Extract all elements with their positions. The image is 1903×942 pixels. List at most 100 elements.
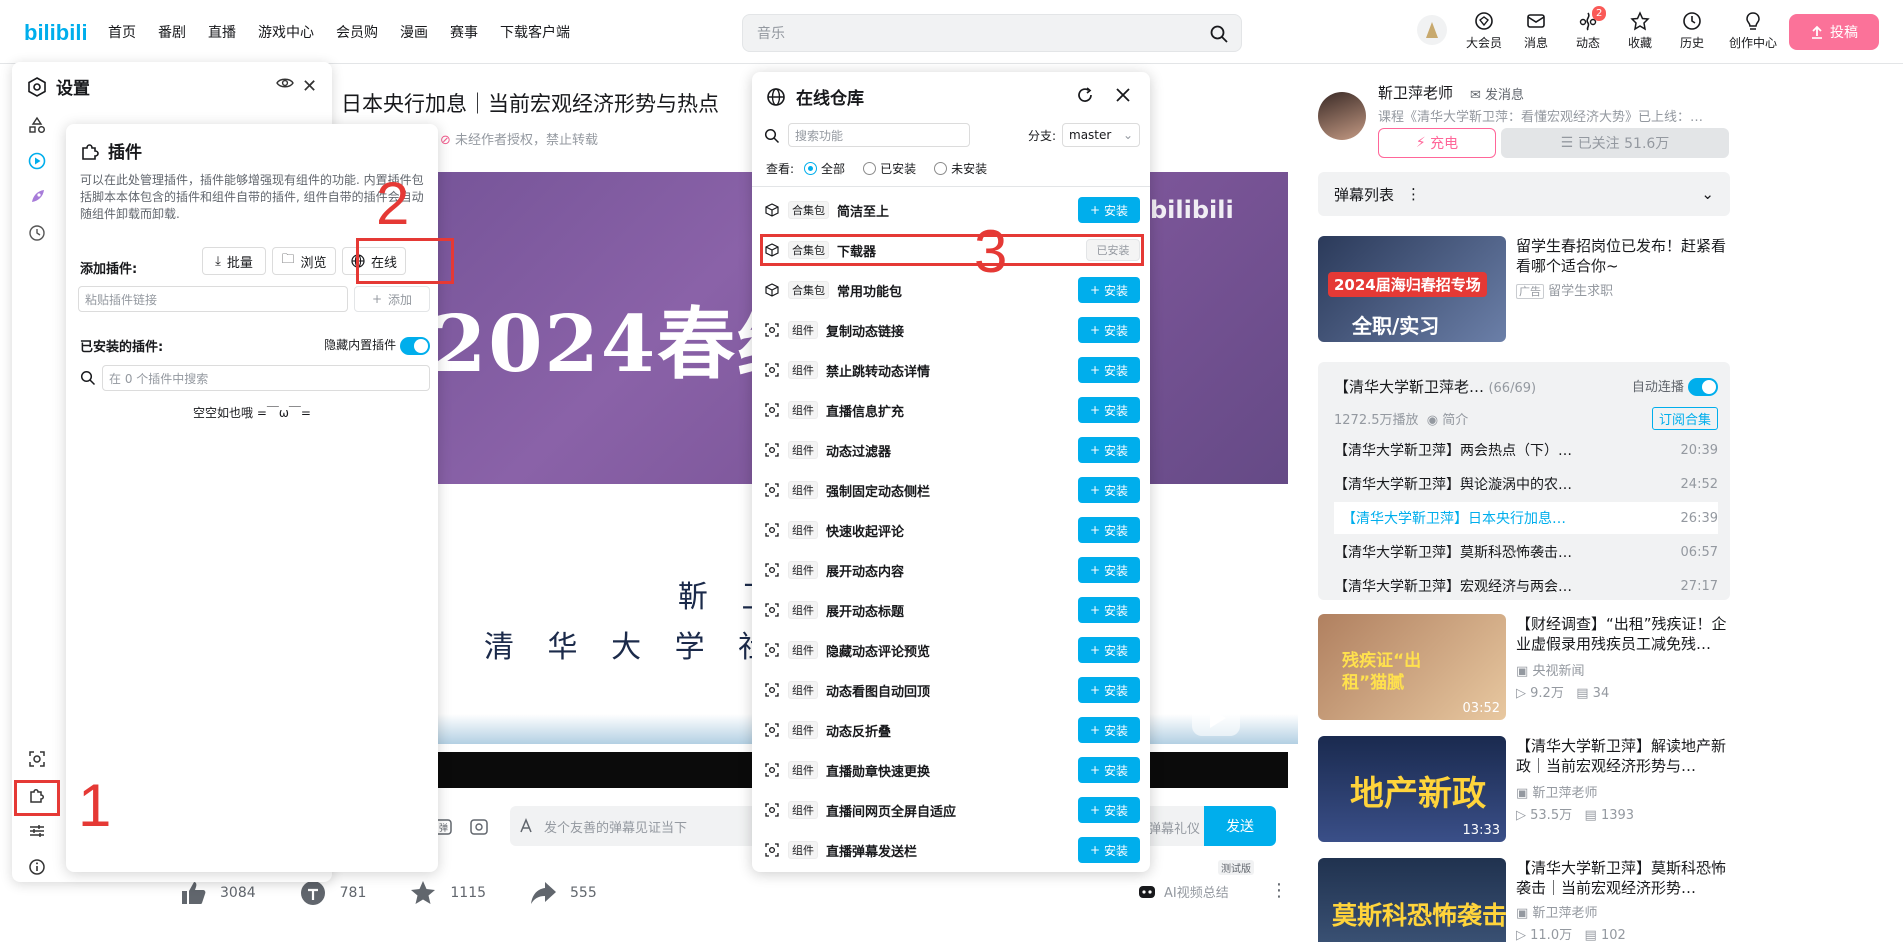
install-button[interactable]: + 安装 bbox=[1078, 397, 1140, 423]
info-icon[interactable] bbox=[26, 856, 48, 878]
send-message-link[interactable]: ✉ 发消息 bbox=[1470, 84, 1524, 103]
like-button[interactable]: 3084 bbox=[178, 878, 256, 908]
batch-button[interactable]: ⤓ 批量 bbox=[202, 247, 266, 275]
install-button[interactable]: + 安装 bbox=[1078, 277, 1140, 303]
warehouse-item[interactable]: 组件 展开动态标题 + 安装 bbox=[764, 596, 1140, 624]
upload-button[interactable]: 投稿 bbox=[1789, 14, 1879, 50]
install-button[interactable]: + 安装 bbox=[1078, 797, 1140, 823]
nav-live[interactable]: 直播 bbox=[208, 22, 236, 42]
favorites-entry[interactable]: 收藏 bbox=[1622, 10, 1658, 51]
danmaku-style-icon[interactable] bbox=[518, 818, 534, 834]
recommend-uploader-name[interactable]: 靳卫萍老师 bbox=[1532, 906, 1597, 921]
plugin-link-input[interactable]: 粘贴插件链接 bbox=[78, 286, 348, 312]
add-plugin-button[interactable]: + 添加 bbox=[354, 286, 430, 312]
warehouse-item[interactable]: 组件 直播勋章快速更换 + 安装 bbox=[764, 756, 1140, 784]
search-icon[interactable] bbox=[1209, 24, 1229, 44]
warehouse-item[interactable]: 组件 直播弹幕发送栏 + 安装 bbox=[764, 836, 1140, 864]
warehouse-item[interactable]: 组件 复制动态链接 + 安装 bbox=[764, 316, 1140, 344]
collection-intro[interactable]: 简介 bbox=[1442, 413, 1468, 428]
ad-title[interactable]: 留学生春招岗位已发布！赶紧看看哪个适合你~ bbox=[1516, 236, 1730, 276]
branch-select[interactable]: master ⌄ bbox=[1062, 123, 1140, 147]
category-rocket-icon[interactable] bbox=[26, 186, 48, 208]
chevron-down-icon[interactable]: ⌄ bbox=[1701, 185, 1714, 203]
install-button[interactable]: + 安装 bbox=[1078, 517, 1140, 543]
plugin-search-input[interactable]: 在 0 个插件中搜索 bbox=[102, 365, 430, 391]
filter-all-radio[interactable]: 全部 bbox=[804, 160, 845, 177]
recommend-thumbnail[interactable]: 残疾证“出租”猫腻 03:52 bbox=[1318, 614, 1506, 720]
warehouse-item[interactable]: 组件 展开动态内容 + 安装 bbox=[764, 556, 1140, 584]
install-button[interactable]: + 安装 bbox=[1078, 357, 1140, 383]
eye-icon[interactable] bbox=[276, 76, 294, 90]
category-history-icon[interactable] bbox=[26, 222, 48, 244]
nav-match[interactable]: 赛事 bbox=[450, 22, 478, 42]
install-button[interactable]: + 安装 bbox=[1078, 757, 1140, 783]
install-button[interactable]: + 安装 bbox=[1078, 437, 1140, 463]
dynamic-entry[interactable]: 2 动态 bbox=[1570, 6, 1607, 51]
close-icon[interactable]: ✕ bbox=[302, 76, 317, 97]
warehouse-item[interactable]: 组件 强制固定动态侧栏 + 安装 bbox=[764, 476, 1140, 504]
nav-game-center[interactable]: 游戏中心 bbox=[258, 22, 314, 42]
warehouse-item[interactable]: 组件 直播间网页全屏自适应 + 安装 bbox=[764, 796, 1140, 824]
recommend-card[interactable]: 莫斯科恐怖袭击 【清华大学靳卫萍】莫斯科恐怖袭击｜当前宏观经济形势… ▣ 靳卫萍… bbox=[1318, 858, 1730, 942]
warehouse-item[interactable]: 合集包 常用功能包 + 安装 bbox=[764, 276, 1140, 304]
autoplay-toggle[interactable]: 自动连播 bbox=[1632, 376, 1718, 397]
nav-manga[interactable]: 漫画 bbox=[400, 22, 428, 42]
filter-uninstalled-radio[interactable]: 未安装 bbox=[934, 160, 987, 177]
install-button[interactable]: + 安装 bbox=[1078, 677, 1140, 703]
play-icon[interactable] bbox=[1188, 690, 1244, 746]
vip-entry[interactable]: 大会员 bbox=[1466, 10, 1502, 51]
install-button[interactable]: + 安装 bbox=[1078, 717, 1140, 743]
install-button[interactable]: + 安装 bbox=[1078, 597, 1140, 623]
collection-item[interactable]: 【清华大学靳卫萍】莫斯科恐怖袭击… 06:57 bbox=[1334, 536, 1718, 568]
nav-anime[interactable]: 番剧 bbox=[158, 22, 186, 42]
user-avatar[interactable] bbox=[1416, 14, 1448, 46]
recommend-thumbnail[interactable]: 地产新政 13:33 bbox=[1318, 736, 1506, 842]
warehouse-search-input[interactable]: 搜索功能 bbox=[788, 123, 970, 147]
collection-item[interactable]: 【清华大学靳卫萍】舆论漩涡中的农… 24:52 bbox=[1334, 468, 1718, 500]
search-input[interactable]: 音乐 bbox=[742, 14, 1242, 52]
danmaku-etiquette-link[interactable]: 弹幕礼仪 › bbox=[1148, 818, 1209, 837]
install-button[interactable]: + 安装 bbox=[1078, 837, 1140, 863]
collection-item-current[interactable]: 【清华大学靳卫萍】日本央行加息… 26:39 bbox=[1334, 502, 1718, 534]
nav-download-client[interactable]: 下载客户端 bbox=[500, 22, 570, 42]
charge-button[interactable]: ⚡ 充电 bbox=[1378, 128, 1496, 158]
danmaku-send-button[interactable]: 发送 bbox=[1204, 806, 1276, 846]
warehouse-item[interactable]: 合集包 简洁至上 + 安装 bbox=[764, 196, 1140, 224]
uploader-name[interactable]: 靳卫萍老师 bbox=[1378, 82, 1453, 103]
recommend-title[interactable]: 【清华大学靳卫萍】解读地产新政｜当前宏观经济形势与… bbox=[1516, 736, 1730, 776]
warehouse-item[interactable]: 组件 动态反折叠 + 安装 bbox=[764, 716, 1140, 744]
install-button[interactable]: + 安装 bbox=[1078, 557, 1140, 583]
nav-home[interactable]: 首页 bbox=[108, 22, 136, 42]
more-options-icon[interactable]: ⋮ bbox=[1270, 880, 1288, 901]
warehouse-item[interactable]: 组件 动态过滤器 + 安装 bbox=[764, 436, 1140, 464]
ad-thumbnail[interactable]: 2024届海归春招专场 全职/实习 bbox=[1318, 236, 1506, 342]
danmaku-list-header[interactable]: 弹幕列表 ⋮ ⌄ bbox=[1318, 172, 1730, 216]
browse-button[interactable]: 🗀 浏览 bbox=[272, 247, 336, 275]
refresh-icon[interactable] bbox=[1076, 86, 1094, 104]
bilibili-logo[interactable]: bilibili bbox=[24, 16, 86, 46]
coin-button[interactable]: 781 bbox=[298, 878, 366, 908]
install-button[interactable]: + 安装 bbox=[1078, 197, 1140, 223]
category-video-icon[interactable] bbox=[26, 150, 48, 172]
filter-installed-radio[interactable]: 已安装 bbox=[863, 160, 916, 177]
recommend-card[interactable]: 地产新政 13:33 【清华大学靳卫萍】解读地产新政｜当前宏观经济形势与… ▣ … bbox=[1318, 736, 1730, 842]
creator-center-entry[interactable]: 创作中心 bbox=[1726, 10, 1780, 51]
follow-button[interactable]: ☰ 已关注 51.6万 bbox=[1501, 128, 1729, 158]
recommend-thumbnail[interactable]: 莫斯科恐怖袭击 bbox=[1318, 858, 1506, 942]
scan-icon[interactable] bbox=[26, 748, 48, 770]
warehouse-item[interactable]: 组件 动态看图自动回顶 + 安装 bbox=[764, 676, 1140, 704]
danmaku-setting-icon[interactable] bbox=[468, 816, 490, 838]
subscribe-collection-button[interactable]: 订阅合集 bbox=[1651, 406, 1718, 430]
install-button[interactable]: + 安装 bbox=[1078, 477, 1140, 503]
warehouse-item[interactable]: 组件 隐藏动态评论预览 + 安装 bbox=[764, 636, 1140, 664]
warehouse-item[interactable]: 组件 直播信息扩充 + 安装 bbox=[764, 396, 1140, 424]
message-entry[interactable]: 消息 bbox=[1518, 10, 1554, 51]
hide-builtin-switch[interactable] bbox=[400, 336, 430, 355]
hide-builtin-toggle[interactable]: 隐藏内置插件 bbox=[324, 336, 430, 355]
sliders-icon[interactable] bbox=[26, 820, 48, 842]
collection-item[interactable]: 【清华大学靳卫萍】两会热点（下）… 20:39 bbox=[1334, 434, 1718, 466]
recommend-card[interactable]: 残疾证“出租”猫腻 03:52 【财经调查】“出租”残疾证！企业虚假录用残疾员工… bbox=[1318, 614, 1730, 720]
uploader-avatar[interactable] bbox=[1318, 92, 1366, 140]
collection-item[interactable]: 【清华大学靳卫萍】宏观经济与两会… 27:17 bbox=[1334, 570, 1718, 602]
close-icon[interactable] bbox=[1114, 86, 1132, 104]
